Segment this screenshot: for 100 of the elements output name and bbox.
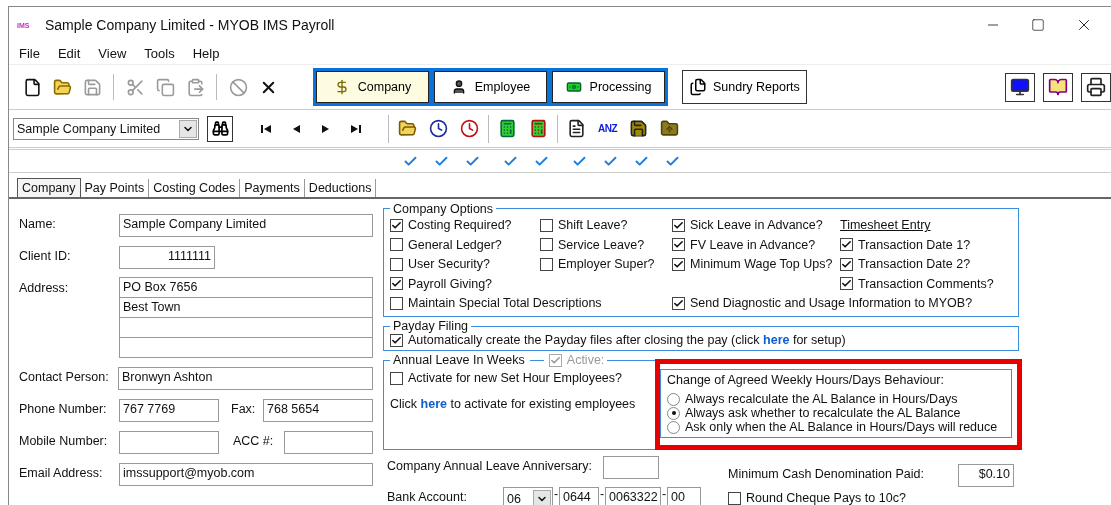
company-dropdown[interactable]: Sample Company Limited [13,117,199,140]
input-field[interactable]: 767 7769 [119,398,219,422]
menu-item[interactable]: Tools [144,46,175,62]
checkbox[interactable] [540,218,553,232]
menu-item[interactable]: View [98,46,127,62]
checkbox[interactable] [840,277,853,291]
input-field[interactable] [119,336,373,358]
module-button[interactable]: Employee [434,71,547,104]
checkbox[interactable] [390,371,403,385]
option-label: Maintain Special Total Descriptions [408,296,602,311]
search-button[interactable] [207,115,233,142]
tool-button[interactable] [1043,72,1073,102]
dash: - [553,487,559,501]
option-label: Shift Leave? [558,218,628,233]
checkbox[interactable] [390,257,403,271]
field-label: ACC #: [233,432,275,448]
option-label: Transaction Comments? [858,276,994,291]
menu-item[interactable]: Edit [57,46,81,62]
input-field[interactable] [119,430,219,454]
menu-item[interactable]: Help [192,46,220,62]
calculator-icon[interactable] [498,119,517,139]
module-button[interactable]: Company [316,71,429,104]
input-field[interactable]: Best Town [119,296,373,318]
field-label: Fax: [231,400,257,416]
input-field[interactable]: PO Box 7656 [119,276,373,298]
option-label: Transaction Date 1? [858,237,971,252]
binoculars-icon [211,120,229,138]
input-field[interactable]: 768 5654 [263,398,373,422]
option-label: Always recalculate the AL Balance in Hours/Days [685,392,958,406]
section-heading: Timesheet Entry [840,218,932,233]
dash: - [599,487,605,501]
document-icon[interactable] [567,119,586,139]
checkbox[interactable] [672,257,685,271]
checkbox[interactable] [672,218,685,232]
option-label: User Security? [408,257,490,272]
field-label: Contact Person: [19,368,110,384]
clock-icon[interactable] [429,119,448,139]
checkbox[interactable] [728,491,741,505]
activate-link[interactable]: here [420,397,447,411]
tab[interactable]: Payments [240,178,305,197]
checkbox[interactable] [390,296,403,310]
input-field[interactable]: Sample Company Limited [119,213,373,237]
bank-logo[interactable]: ANZ [597,123,618,135]
new-file-icon[interactable] [22,77,42,97]
clock-icon[interactable] [460,119,479,139]
pages-icon [689,78,707,97]
input-field[interactable]: imssupport@myob.com [119,462,373,486]
option-label: Round Cheque Pays to 10c? [746,491,906,505]
tool-button[interactable] [1005,72,1035,102]
input-field[interactable]: Bronwyn Ashton [118,366,373,390]
option-label: Automatically create the Payday files after closing the pay (click here for setup) [408,333,846,347]
bank-dropdown[interactable]: 06 [503,487,553,505]
option-label: Transaction Date 2? [858,257,971,272]
checkbox[interactable] [540,257,553,271]
calculator-icon[interactable] [529,119,548,139]
field-label: Name: [19,215,57,231]
option-label: General Ledger? [408,237,502,252]
field-label: Mobile Number: [19,432,109,448]
field-label: Client ID: [19,247,72,263]
input-field[interactable] [284,430,373,454]
checkbox[interactable] [390,238,403,252]
input-field[interactable]: $0.10 [958,464,1014,487]
input-field[interactable]: 1111111 [119,245,215,269]
input-field[interactable] [603,456,659,479]
checkbox[interactable] [390,218,403,232]
checkbox[interactable] [390,277,403,291]
reports-button[interactable]: Sundry Reports [682,70,807,105]
tab[interactable]: Pay Points [80,178,150,197]
last-record-icon[interactable] [350,123,362,134]
checkbox[interactable] [840,238,853,252]
input-field[interactable]: 0644 [559,487,599,505]
option-label: Costing Required? [408,218,512,233]
folder-icon[interactable] [52,77,72,97]
input-field[interactable] [119,316,373,338]
input-field[interactable]: 0063322 [605,487,661,505]
tab[interactable]: Deductions [304,178,377,197]
first-record-icon[interactable] [260,123,272,134]
group-title: Company Options [392,201,495,216]
module-button[interactable]: Processing [552,71,665,104]
tab[interactable]: Company [17,177,81,197]
option-label: Activate for new Set Hour Employees? [408,371,622,385]
folder-icon[interactable] [660,119,679,139]
setup-link[interactable]: here [763,333,790,347]
option-label: Active: [566,353,605,367]
option-label: Employer Super? [558,257,655,272]
input-field[interactable]: 00 [667,487,701,505]
field-label: Phone Number: [19,400,108,416]
checkbox[interactable] [840,257,853,271]
menu-item[interactable]: File [19,46,40,62]
checkbox[interactable] [672,296,685,310]
option-label: Send Diagnostic and Usage Information to MYOB? [690,296,973,311]
tool-button[interactable] [1081,72,1111,102]
option-label: Minimum Wage Top Ups? [690,257,833,272]
checkbox[interactable] [672,238,685,252]
checkbox[interactable] [540,238,553,252]
field-label: Address: [19,279,70,295]
folder-icon[interactable] [398,119,417,139]
checkbox[interactable] [390,333,403,347]
tab[interactable]: Costing Codes [149,178,241,197]
maximize-icon[interactable] [1031,18,1045,33]
